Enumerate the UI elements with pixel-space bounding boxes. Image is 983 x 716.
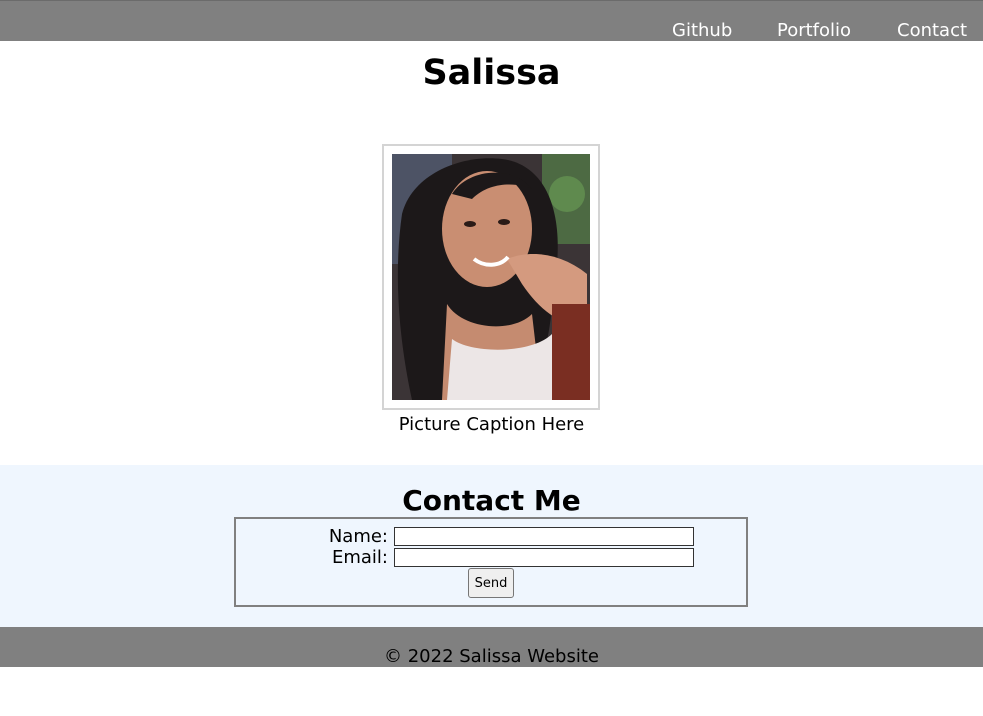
nav-link-portfolio[interactable]: Portfolio <box>777 20 851 42</box>
profile-photo <box>392 154 590 400</box>
footer-copyright: © 2022 Salissa Website <box>384 646 599 667</box>
send-button[interactable]: Send <box>468 568 514 598</box>
contact-form: Name: Email: Send <box>234 517 748 607</box>
nav-link-github[interactable]: Github <box>672 20 732 42</box>
name-label: Name: <box>328 526 388 547</box>
nav-link-contact[interactable]: Contact <box>897 20 967 42</box>
photo-caption: Picture Caption Here <box>398 414 585 435</box>
email-input[interactable] <box>394 548 694 567</box>
footer: © 2022 Salissa Website <box>0 627 983 667</box>
name-input[interactable] <box>394 527 694 546</box>
contact-title: Contact Me <box>402 484 581 517</box>
page: Github Portfolio Contact Salissa Picture… <box>0 0 983 716</box>
site-title: Salissa <box>422 53 561 93</box>
navbar: Github Portfolio Contact <box>0 0 983 41</box>
contact-section: Contact Me Name: Email: Send <box>0 465 983 627</box>
profile-photo-frame <box>382 144 600 410</box>
email-label: Email: <box>331 547 388 568</box>
